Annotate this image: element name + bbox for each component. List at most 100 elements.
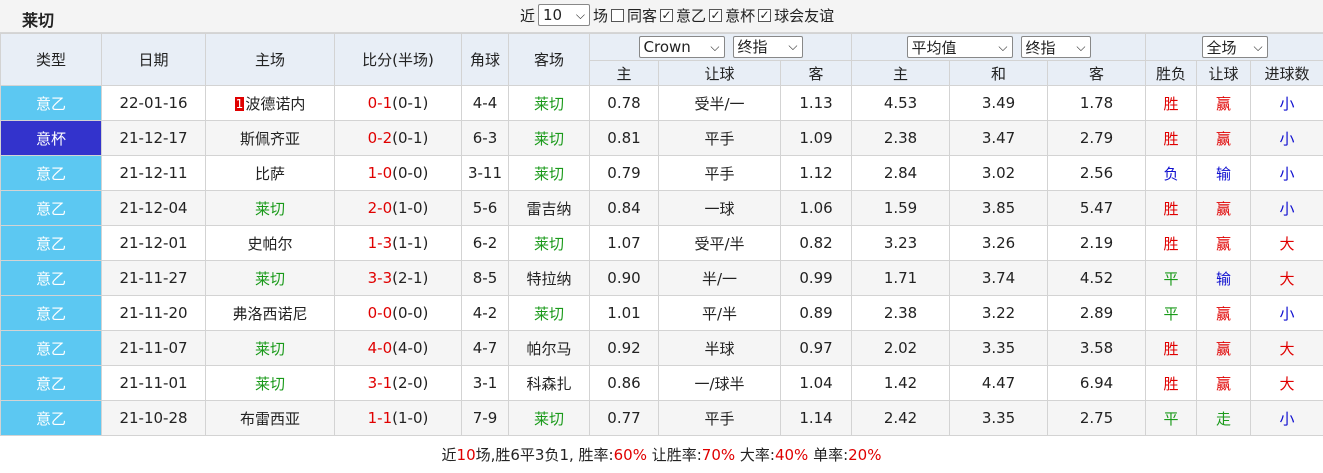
summary-games: 10 <box>456 446 476 464</box>
home-team-cell[interactable]: 1 波德诺内 <box>205 85 335 121</box>
date-cell: 21-12-17 <box>101 120 206 156</box>
league-checkbox-cup[interactable]: ✓ <box>709 8 723 22</box>
away-team-cell: 科森扎 <box>508 365 590 401</box>
odds-selector-group: Crown ⌵ 终指 ⌵ <box>588 33 853 61</box>
table-row[interactable]: 意乙 21-10-28 布雷西亚 1-1(1-0) 7-9 莱切 0.77 平手 1.14 2.4… <box>0 400 1323 436</box>
league-cell: 意乙 <box>0 155 102 191</box>
league-cell: 意杯 <box>0 120 102 156</box>
corners-cell: 5-6 <box>461 190 509 226</box>
score-cell[interactable]: 1-3(1-1) <box>334 225 462 261</box>
avg-home-cell: 2.38 <box>851 295 951 331</box>
home-team-cell[interactable]: 莱切 <box>205 190 335 226</box>
odds-company-select[interactable]: Crown ⌵ <box>638 36 725 59</box>
avg-select[interactable]: 平均值 ⌵ <box>906 36 1013 58</box>
corners-cell: 4-7 <box>461 330 509 366</box>
col-home: 主场 <box>205 33 335 86</box>
table-row[interactable]: 意杯 21-12-17 斯佩齐亚 0-2(0-1) 6-3 莱切 0.81 平手 1.09 2.3… <box>0 120 1323 156</box>
col-hcp-result: 让球 <box>1196 60 1252 86</box>
full-time-score: 1-3 <box>367 234 393 252</box>
league-cell: 意乙 <box>0 260 102 296</box>
league-cell: 意乙 <box>0 400 102 436</box>
home-team-cell[interactable]: 布雷西亚 <box>205 400 335 436</box>
score-cell[interactable]: 0-1(0-1) <box>334 85 462 121</box>
avg-draw-cell: 3.47 <box>949 120 1049 156</box>
date-cell: 21-12-11 <box>101 155 206 191</box>
score-cell[interactable]: 1-1(1-0) <box>334 400 462 436</box>
score-cell[interactable]: 3-3(2-1) <box>334 260 462 296</box>
date-cell: 21-11-20 <box>101 295 206 331</box>
table-row[interactable]: 意乙 21-11-07 莱切 4-0(4-0) 4-7 帕尔马 0.92 半球 0.97 2.02… <box>0 330 1323 366</box>
full-time-score: 4-0 <box>367 339 393 357</box>
full-time-score: 0-1 <box>367 94 393 112</box>
full-time-score: 3-3 <box>367 269 393 287</box>
table-row[interactable]: 意乙 21-12-01 史帕尔 1-3(1-1) 6-2 莱切 1.07 受平/半 0.82 3.… <box>0 225 1323 261</box>
recent-label: 近 <box>520 6 536 25</box>
handicap-cell: 平手 <box>658 400 781 436</box>
chevron-down-icon: ⌵ <box>575 7 586 22</box>
handicap-result-cell: 赢 <box>1196 295 1252 331</box>
table-row[interactable]: 意乙 21-12-11 比萨 1-0(0-0) 3-11 莱切 0.79 平手 1.12 2.84… <box>0 155 1323 191</box>
away-team-cell: 莱切 <box>508 85 590 121</box>
score-cell[interactable]: 1-0(0-0) <box>334 155 462 191</box>
table-row[interactable]: 意乙 21-11-27 莱切 3-3(2-1) 8-5 特拉纳 0.90 半/一 0.99 1.7… <box>0 260 1323 296</box>
table-row[interactable]: 意乙 22-01-16 1 波德诺内 0-1(0-1) 4-4 莱切 0.78 受半/一 1.13… <box>0 85 1323 121</box>
corners-cell: 4-2 <box>461 295 509 331</box>
avg-away-cell: 1.78 <box>1047 85 1147 121</box>
col-away: 客场 <box>508 33 590 86</box>
home-team-cell[interactable]: 斯佩齐亚 <box>205 120 335 156</box>
recent-count-select[interactable]: 10 ⌵ <box>538 4 591 26</box>
avg-draw-cell: 3.02 <box>949 155 1049 191</box>
handicap-cell: 一/球半 <box>658 365 781 401</box>
handicap-result-cell: 赢 <box>1196 190 1252 226</box>
avg-home-cell: 4.53 <box>851 85 951 121</box>
full-time-score: 1-0 <box>367 164 393 182</box>
avg-selector-group: 平均值 ⌵ 终指 ⌵ <box>851 33 1147 61</box>
league-cell: 意乙 <box>0 85 102 121</box>
home-team-cell[interactable]: 弗洛西诺尼 <box>205 295 335 331</box>
half-time-score: (1-1) <box>392 234 429 252</box>
table-row[interactable]: 意乙 21-11-20 弗洛西诺尼 0-0(0-0) 4-2 莱切 1.01 平/半 0.89 2… <box>0 295 1323 331</box>
avg-away-cell: 2.56 <box>1047 155 1147 191</box>
half-time-score: (0-0) <box>392 164 429 182</box>
corners-cell: 8-5 <box>461 260 509 296</box>
team-title: 莱切 <box>22 11 55 30</box>
away-team-cell: 莱切 <box>508 225 590 261</box>
table-row[interactable]: 意乙 21-11-01 莱切 3-1(2-0) 3-1 科森扎 0.86 一/球半 1.04 1.… <box>0 365 1323 401</box>
league-checkbox-serie-b[interactable]: ✓ <box>660 8 674 22</box>
summary-text: 近 <box>441 446 457 464</box>
date-cell: 21-12-04 <box>101 190 206 226</box>
score-cell[interactable]: 2-0(1-0) <box>334 190 462 226</box>
score-cell[interactable]: 0-2(0-1) <box>334 120 462 156</box>
summary-odd-rate: 20% <box>848 446 882 464</box>
home-team-name: 比萨 <box>254 164 285 183</box>
home-team-name: 斯佩齐亚 <box>239 129 300 148</box>
avg-draw-cell: 3.35 <box>949 400 1049 436</box>
avg-home-cell: 2.38 <box>851 120 951 156</box>
home-team-name: 莱切 <box>254 199 285 218</box>
odds-home-cell: 0.86 <box>589 365 659 401</box>
score-cell[interactable]: 3-1(2-0) <box>334 365 462 401</box>
result-cell: 胜 <box>1145 365 1198 401</box>
scope-select[interactable]: 全场 ⌵ <box>1201 36 1268 58</box>
score-cell[interactable]: 0-0(0-0) <box>334 295 462 331</box>
league-checkbox-friendly[interactable]: ✓ <box>758 8 772 22</box>
games-label: 场 <box>593 6 609 25</box>
table-row[interactable]: 意乙 21-12-04 莱切 2-0(1-0) 5-6 雷吉纳 0.84 一球 1.06 1.59… <box>0 190 1323 226</box>
same-venue-checkbox[interactable] <box>611 8 625 22</box>
home-team-name: 莱切 <box>254 339 285 358</box>
avg-draw-cell: 3.74 <box>949 260 1049 296</box>
avg-home-cell: 1.42 <box>851 365 951 401</box>
odds-kind-select[interactable]: 终指 ⌵ <box>732 35 803 58</box>
home-team-cell[interactable]: 莱切 <box>205 365 335 401</box>
avg-kind-select[interactable]: 终指 ⌵ <box>1020 36 1091 58</box>
home-team-cell[interactable]: 莱切 <box>205 260 335 296</box>
odds-home-cell: 0.81 <box>589 120 659 156</box>
chevron-down-icon: ⌵ <box>788 39 798 54</box>
avg-draw-cell: 3.22 <box>949 295 1049 331</box>
home-team-cell[interactable]: 比萨 <box>205 155 335 191</box>
handicap-cell: 平手 <box>658 155 781 191</box>
home-team-cell[interactable]: 史帕尔 <box>205 225 335 261</box>
score-cell[interactable]: 4-0(4-0) <box>334 330 462 366</box>
home-team-cell[interactable]: 莱切 <box>205 330 335 366</box>
away-team-cell: 莱切 <box>508 400 590 436</box>
